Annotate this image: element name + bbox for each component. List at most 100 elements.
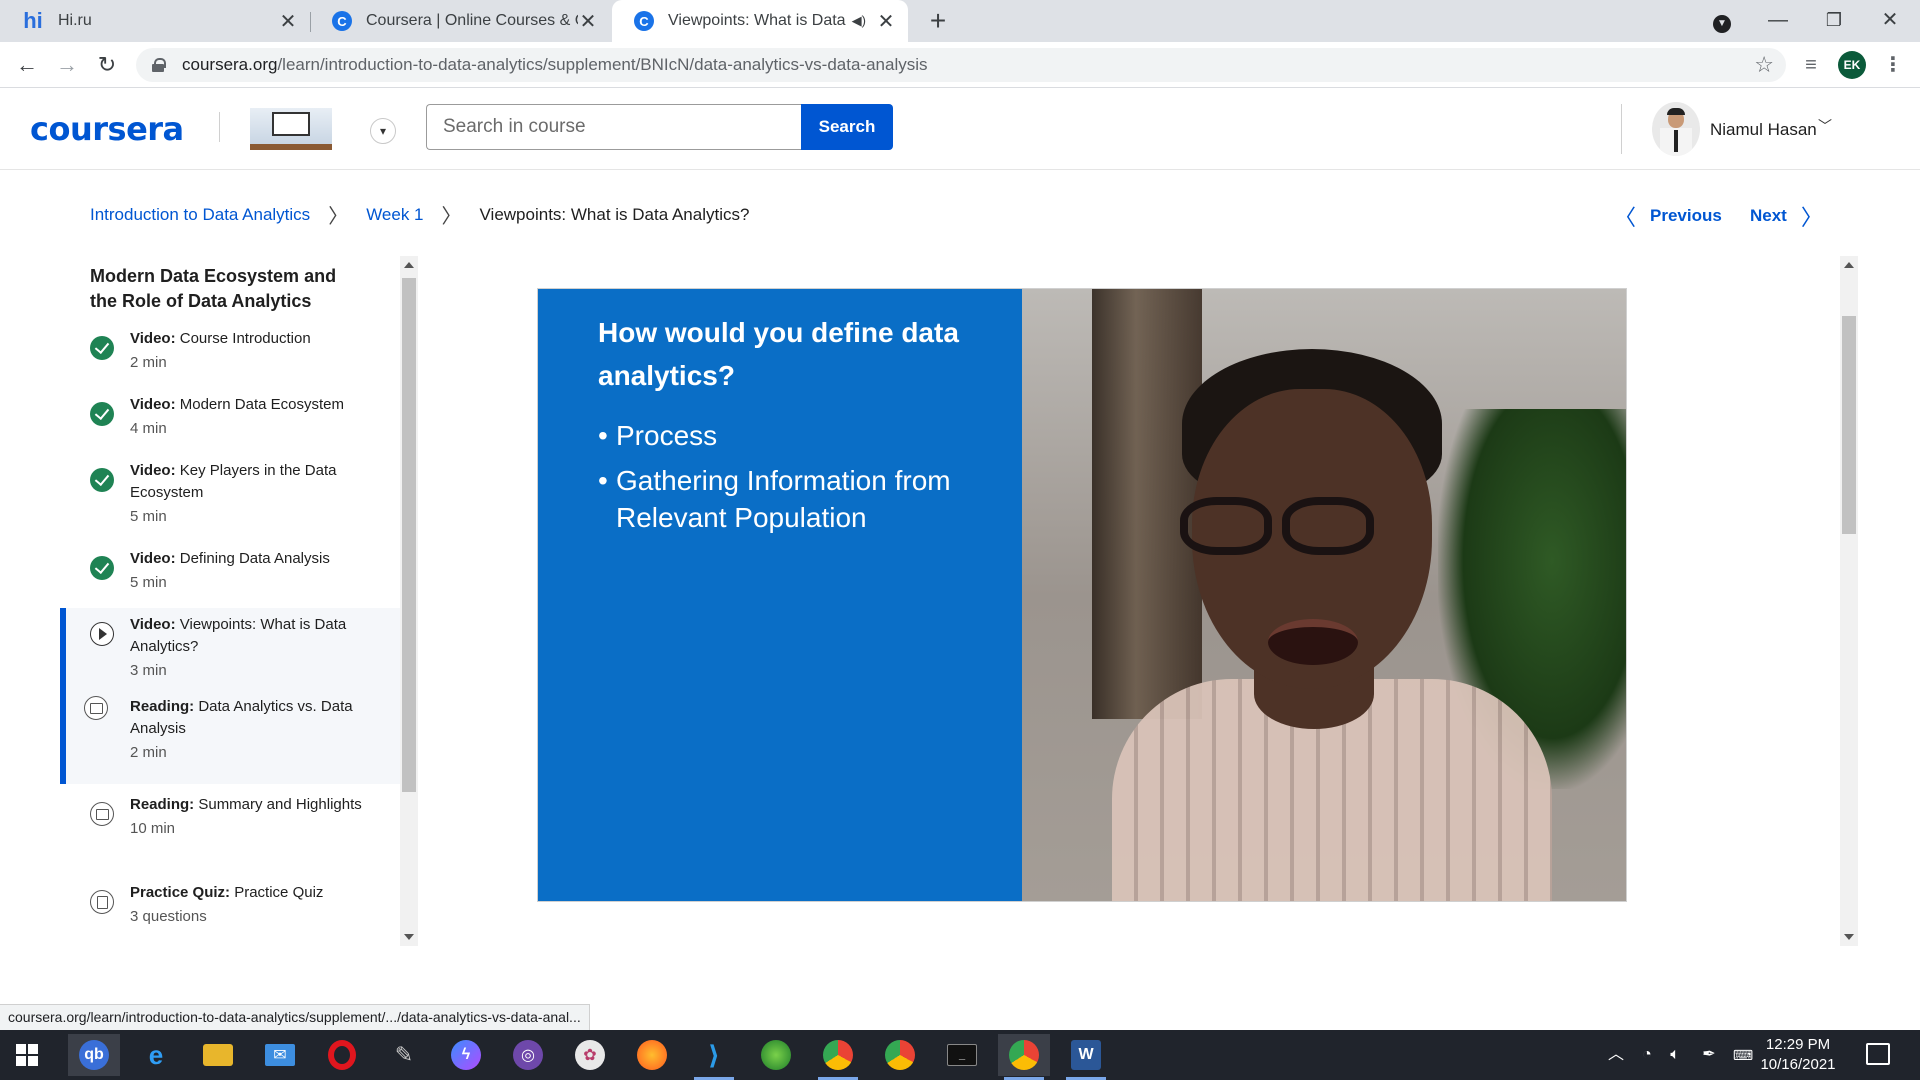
video-player[interactable]: How would you define data analytics? Pro…: [537, 288, 1627, 902]
chevron-left-icon: 〈: [1614, 205, 1637, 230]
vscode-icon: ⟩: [708, 1039, 720, 1070]
wifi-icon[interactable]: ◔: [1634, 1030, 1660, 1080]
taskbar-app[interactable]: ϟ: [440, 1034, 492, 1076]
taskbar-app[interactable]: ✎: [378, 1034, 430, 1076]
taskbar-app[interactable]: _: [936, 1034, 988, 1076]
chevron-right-icon: 〉: [441, 206, 462, 228]
taskbar-app[interactable]: [750, 1034, 802, 1076]
edge-icon: e: [148, 1039, 164, 1070]
windows-start-icon[interactable]: [16, 1044, 38, 1066]
search-input[interactable]: [426, 104, 802, 150]
browser-tab-viewpoints[interactable]: C Viewpoints: What is Data An ◀) ✕: [612, 0, 908, 42]
chevron-up-icon[interactable]: ︿: [1604, 1030, 1628, 1080]
profile-avatar[interactable]: EK: [1838, 51, 1866, 79]
taskbar-app[interactable]: [316, 1034, 368, 1076]
scroll-up-arrow-icon[interactable]: [404, 262, 414, 268]
taskbar-app[interactable]: ✿: [564, 1034, 616, 1076]
sidebar-scrollbar[interactable]: [400, 256, 418, 946]
chevron-down-icon[interactable]: ﹀: [1818, 116, 1832, 136]
browser-tab-hi[interactable]: hi Hi.ru ✕: [0, 0, 310, 42]
slide-bullet: Process: [598, 417, 1008, 454]
taskbar-app[interactable]: ◎: [502, 1034, 554, 1076]
taskbar-app[interactable]: ✉: [254, 1034, 306, 1076]
word-icon: W: [1071, 1040, 1101, 1070]
list-item[interactable]: Reading: Summary and Highlights 10 min: [60, 794, 400, 840]
menu-kebab-icon[interactable]: ⋮: [1878, 50, 1908, 80]
close-icon[interactable]: ✕: [278, 9, 298, 34]
scrollbar-thumb[interactable]: [402, 278, 416, 792]
taskbar-clock[interactable]: 12:29 PM 10/16/2021: [1748, 1035, 1848, 1075]
module-title: Modern Data Ecosystem and the Role of Da…: [90, 266, 337, 311]
address-bar[interactable]: coursera.org/learn/introduction-to-data-…: [136, 48, 1786, 82]
scroll-down-arrow-icon[interactable]: [404, 934, 414, 940]
list-item[interactable]: Video: Defining Data Analysis 5 min: [60, 548, 400, 594]
pen-icon[interactable]: ✒: [1696, 1030, 1722, 1080]
search-button[interactable]: Search: [801, 104, 893, 150]
reading-list-icon[interactable]: ≡: [1796, 50, 1826, 80]
scroll-down-arrow-icon[interactable]: [1844, 934, 1854, 940]
item-type: Video:: [130, 462, 176, 479]
check-circle-icon: [90, 336, 114, 360]
new-tab-button[interactable]: +: [922, 6, 954, 38]
notification-icon[interactable]: [1866, 1043, 1890, 1065]
slide-bullets: Process Gathering Information from Relev…: [598, 417, 1008, 544]
list-item[interactable]: Video: Course Introduction 2 min: [60, 328, 400, 374]
list-item[interactable]: Reading: Data Analytics vs. Data Analysi…: [84, 696, 380, 764]
coursera-logo[interactable]: coursera: [30, 110, 184, 148]
user-name[interactable]: Niamul Hasan: [1710, 120, 1817, 140]
taskbar-app[interactable]: e: [130, 1034, 182, 1076]
close-window-button[interactable]: ✕: [1860, 0, 1920, 42]
tab-search-icon[interactable]: ▼: [1692, 0, 1752, 42]
bookmark-star-icon[interactable]: ☆: [1754, 52, 1774, 78]
item-duration: 5 min: [130, 508, 167, 525]
reload-icon[interactable]: ↻: [92, 50, 122, 80]
breadcrumb-week-link[interactable]: Week 1: [366, 205, 423, 225]
minimize-button[interactable]: —: [1748, 0, 1808, 42]
list-item[interactable]: Practice Quiz: Practice Quiz 3 questions: [60, 882, 400, 928]
tab-title: Hi.ru: [58, 12, 92, 29]
user-avatar[interactable]: [1652, 102, 1700, 156]
chevron-down-icon[interactable]: ▾: [370, 118, 396, 144]
speaker-mute-icon[interactable]: ◀): [852, 13, 866, 29]
breadcrumb-course-link[interactable]: Introduction to Data Analytics: [90, 205, 310, 225]
close-icon[interactable]: ✕: [578, 9, 598, 34]
next-label: Next: [1750, 206, 1787, 225]
chrome-icon: [823, 1040, 853, 1070]
list-item[interactable]: Video: Modern Data Ecosystem 4 min: [60, 394, 400, 440]
close-icon[interactable]: ✕: [876, 9, 896, 34]
volume-icon[interactable]: 🔈︎: [1662, 1030, 1688, 1080]
browser-tab-coursera[interactable]: C Coursera | Online Courses & Cred ✕: [310, 0, 610, 42]
next-button[interactable]: Next 〉: [1750, 200, 1837, 232]
main-scrollbar[interactable]: [1840, 256, 1858, 946]
item-duration: 3 min: [130, 662, 167, 679]
clock-date: 10/16/2021: [1760, 1056, 1836, 1073]
taskbar-app[interactable]: ⟩: [688, 1034, 740, 1080]
taskbar-app[interactable]: [626, 1034, 678, 1076]
folder-icon: [203, 1044, 233, 1066]
scrollbar-thumb[interactable]: [1842, 316, 1856, 534]
taskbar-app[interactable]: qb: [68, 1034, 120, 1076]
taskbar-app[interactable]: [812, 1034, 864, 1080]
browser-toolbar: ← → ↻ coursera.org/learn/introduction-to…: [0, 42, 1920, 88]
check-circle-icon: [90, 556, 114, 580]
forward-arrow-icon[interactable]: →: [52, 50, 82, 80]
previous-button[interactable]: 〈 Previous: [1600, 200, 1722, 232]
restore-button[interactable]: ❐: [1804, 0, 1864, 42]
taskbar-app[interactable]: [998, 1034, 1050, 1080]
laptop-icon: [272, 112, 310, 136]
previous-label: Previous: [1650, 206, 1722, 225]
item-duration: 3 questions: [130, 908, 207, 925]
taskbar-app[interactable]: W: [1060, 1034, 1112, 1080]
item-title: Modern Data Ecosystem: [179, 396, 344, 413]
scroll-up-arrow-icon[interactable]: [1844, 262, 1854, 268]
list-item-active[interactable]: Video: Viewpoints: What is Data Analytic…: [60, 608, 400, 784]
taskbar-app[interactable]: [192, 1034, 244, 1076]
item-duration: 2 min: [130, 354, 167, 371]
course-thumbnail[interactable]: [250, 108, 332, 150]
back-arrow-icon[interactable]: ←: [12, 50, 42, 80]
taskbar-app[interactable]: [874, 1034, 926, 1076]
status-url-bubble: coursera.org/learn/introduction-to-data-…: [0, 1004, 590, 1031]
list-item[interactable]: Video: Key Players in the Data Ecosystem…: [60, 460, 400, 528]
site-header: coursera ▾ Search Niamul Hasan ﹀: [0, 88, 1920, 170]
item-type: Video:: [130, 330, 176, 347]
